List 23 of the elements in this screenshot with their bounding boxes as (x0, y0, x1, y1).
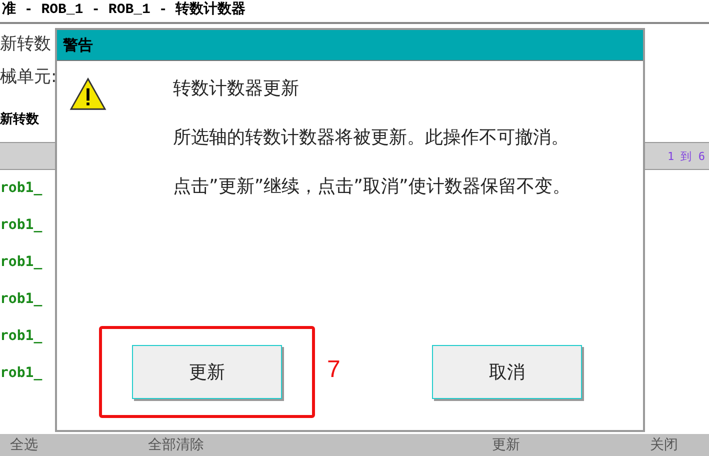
dialog-message: 所选轴的转数计数器将被更新。此操作不可撤消。 (173, 126, 570, 150)
window-title: 准 - ROB_1 - ROB_1 - 转数计数器 (2, 0, 246, 20)
axis-row[interactable]: rob1_ (0, 365, 52, 381)
toolbar-button[interactable]: 全选 (10, 436, 38, 454)
toolbar-button[interactable]: 更新 (492, 436, 520, 454)
dialog-title: 警告 (63, 36, 93, 54)
dialog-instruction: 点击”更新”继续，点击”取消”使计数器保留不变。 (173, 175, 572, 199)
dialog-heading: 转数计数器更新 (173, 77, 300, 101)
axis-row[interactable]: rob1_ (0, 254, 52, 270)
unit-label: 械单元: (0, 66, 57, 88)
heading-text: 新转数 (0, 33, 51, 55)
axis-row[interactable]: rob1_ (0, 217, 52, 233)
axis-row[interactable]: rob1_ (0, 180, 52, 196)
section-label: 新转数 (0, 110, 39, 128)
dialog-button[interactable]: 更新 (132, 345, 282, 399)
toolbar-button[interactable]: 关闭 (650, 436, 678, 454)
range-text: 1 到 6 (668, 148, 706, 164)
dialog-button[interactable]: 取消 (432, 345, 582, 399)
axis-row[interactable]: rob1_ (0, 291, 52, 307)
toolbar-button[interactable]: 全部清除 (148, 436, 204, 454)
annotation-number: 7 (327, 356, 340, 384)
axis-row[interactable]: rob1_ (0, 328, 52, 344)
warning-icon (69, 77, 107, 111)
